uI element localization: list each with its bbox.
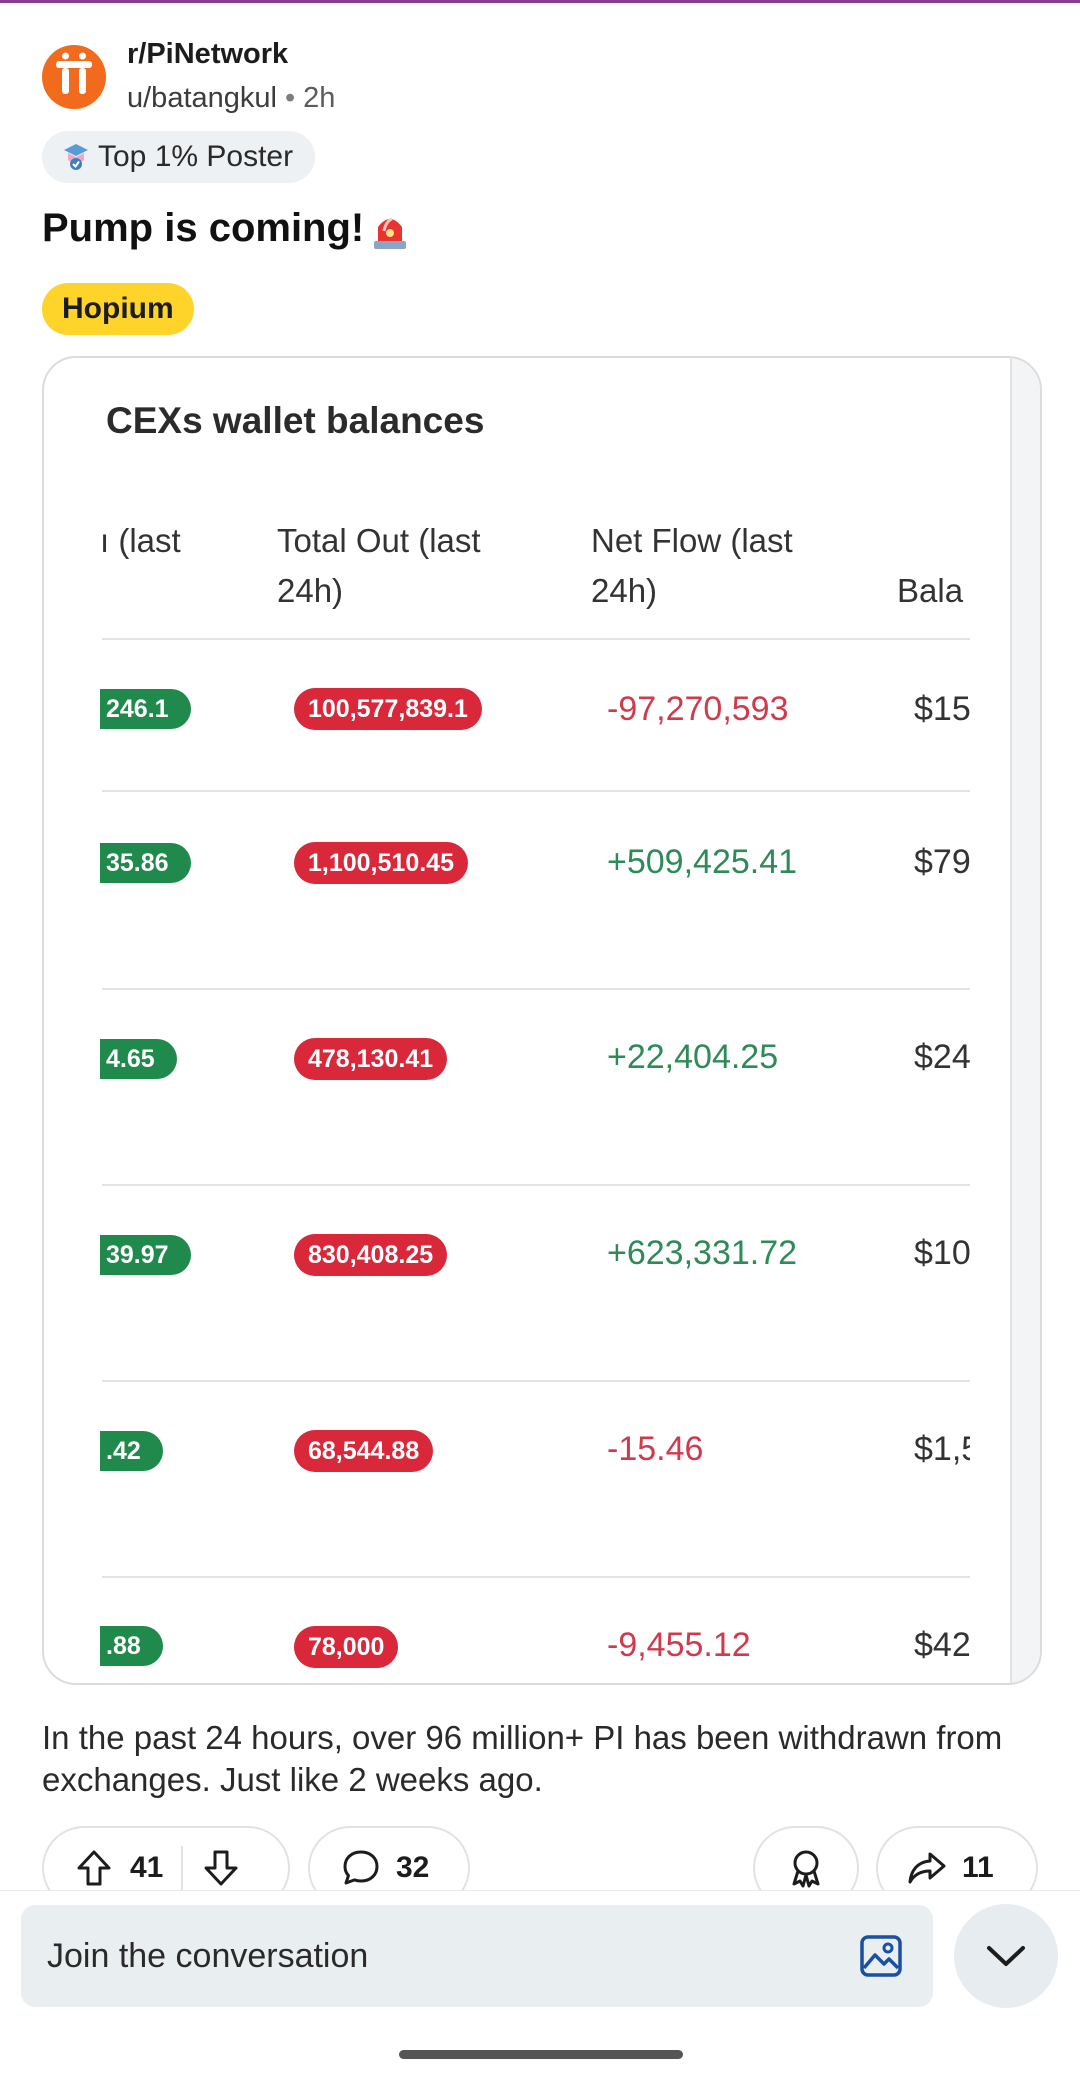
- total-in-pill: .88: [100, 1626, 163, 1666]
- subreddit-avatar[interactable]: [42, 45, 106, 109]
- header-total-out-line2: 24h): [277, 572, 344, 609]
- header-total-out: Total Out (last 24h): [277, 516, 481, 616]
- top-accent-line: [0, 0, 1080, 3]
- post-meta: u/batangkul • 2h: [127, 82, 335, 115]
- total-out-pill: 478,130.41: [294, 1038, 448, 1080]
- net-flow-value: +22,404.25: [607, 1038, 779, 1076]
- header-total-out-line1: Total Out (last: [277, 522, 481, 559]
- balance-value: $15: [914, 690, 970, 728]
- table-divider: [102, 1380, 970, 1382]
- downvote-button[interactable]: [201, 1848, 241, 1888]
- total-in-pill: 4.65: [100, 1039, 177, 1079]
- total-in-pill: 246.1: [100, 689, 191, 729]
- comment-bubble-icon: [343, 1850, 379, 1885]
- header-net-flow-line1: Net Flow (last: [591, 522, 793, 559]
- balance-value: $42: [914, 1626, 970, 1664]
- comment-count: 32: [396, 1851, 430, 1884]
- downvote-arrow-icon: [204, 1850, 238, 1886]
- share-count: 11: [962, 1851, 994, 1884]
- table-divider: [102, 988, 970, 990]
- total-in-pill: 35.86: [100, 843, 191, 883]
- comment-composer[interactable]: Join the conversation: [21, 1905, 933, 2007]
- award-ribbon-icon: [792, 1850, 820, 1888]
- table-divider: [102, 638, 970, 640]
- total-out-pill: 100,577,839.1: [294, 688, 482, 730]
- balance-value: $24: [914, 1038, 970, 1076]
- image-right-edge: [1010, 358, 1040, 1683]
- meta-separator: •: [284, 82, 296, 114]
- pi-logo-icon: [56, 52, 92, 94]
- total-out-pill: 1,100,510.45: [294, 842, 468, 884]
- balance-value: $79: [914, 843, 970, 881]
- home-indicator[interactable]: [399, 2050, 683, 2059]
- author-link[interactable]: u/batangkul: [127, 82, 277, 114]
- header-total-in: ı (last: [100, 522, 181, 559]
- net-flow-value: -97,270,593: [607, 690, 789, 728]
- post-title-text: Pump is coming!: [42, 206, 365, 250]
- balance-value: $1,5: [914, 1430, 970, 1468]
- chevron-down-icon: [987, 1946, 1025, 1966]
- share-arrow-icon: [908, 1852, 946, 1884]
- balance-value: $10: [914, 1234, 970, 1272]
- image-title: CEXs wallet balances: [106, 400, 485, 441]
- net-flow-value: -9,455.12: [607, 1626, 751, 1664]
- total-in-pill: 39.97: [100, 1235, 191, 1275]
- table-divider: [102, 790, 970, 792]
- achievement-badge-icon: [64, 144, 88, 170]
- badge-label: Top 1% Poster: [98, 140, 294, 173]
- siren-emoji-icon: [374, 217, 407, 249]
- top-poster-badge[interactable]: Top 1% Poster: [42, 131, 316, 183]
- upvote-count: 41: [130, 1851, 164, 1884]
- upvote-button[interactable]: 41: [74, 1848, 163, 1888]
- subreddit-name[interactable]: r/PiNetwork: [127, 38, 288, 71]
- total-out-pill: 68,544.88: [294, 1430, 434, 1472]
- header-balance: Bala: [897, 572, 964, 609]
- total-in-pill: .42: [100, 1431, 163, 1471]
- add-image-icon[interactable]: [857, 1932, 905, 1980]
- post-age: 2h: [303, 82, 336, 114]
- vote-divider: [181, 1846, 184, 1890]
- header-net-flow: Net Flow (last 24h): [591, 516, 793, 616]
- net-flow-value: +623,331.72: [607, 1234, 798, 1272]
- header-net-flow-line2: 24h): [591, 572, 658, 609]
- net-flow-value: -15.46: [607, 1430, 704, 1468]
- total-out-pill: 78,000: [294, 1626, 399, 1668]
- post-body: In the past 24 hours, over 96 million+ P…: [42, 1719, 1003, 1798]
- composer-placeholder: Join the conversation: [47, 1937, 369, 1975]
- post-title: Pump is coming!: [42, 206, 412, 251]
- post-image[interactable]: CEXs wallet balances ı (last Total Out (…: [42, 356, 1042, 1685]
- total-out-pill: 830,408.25: [294, 1234, 448, 1276]
- table-divider: [102, 1576, 970, 1578]
- upvote-arrow-icon: [77, 1850, 111, 1886]
- net-flow-value: +509,425.41: [607, 843, 798, 881]
- collapse-button[interactable]: [954, 1904, 1058, 2008]
- post-flair[interactable]: Hopium: [42, 283, 194, 335]
- table-divider: [102, 1184, 970, 1186]
